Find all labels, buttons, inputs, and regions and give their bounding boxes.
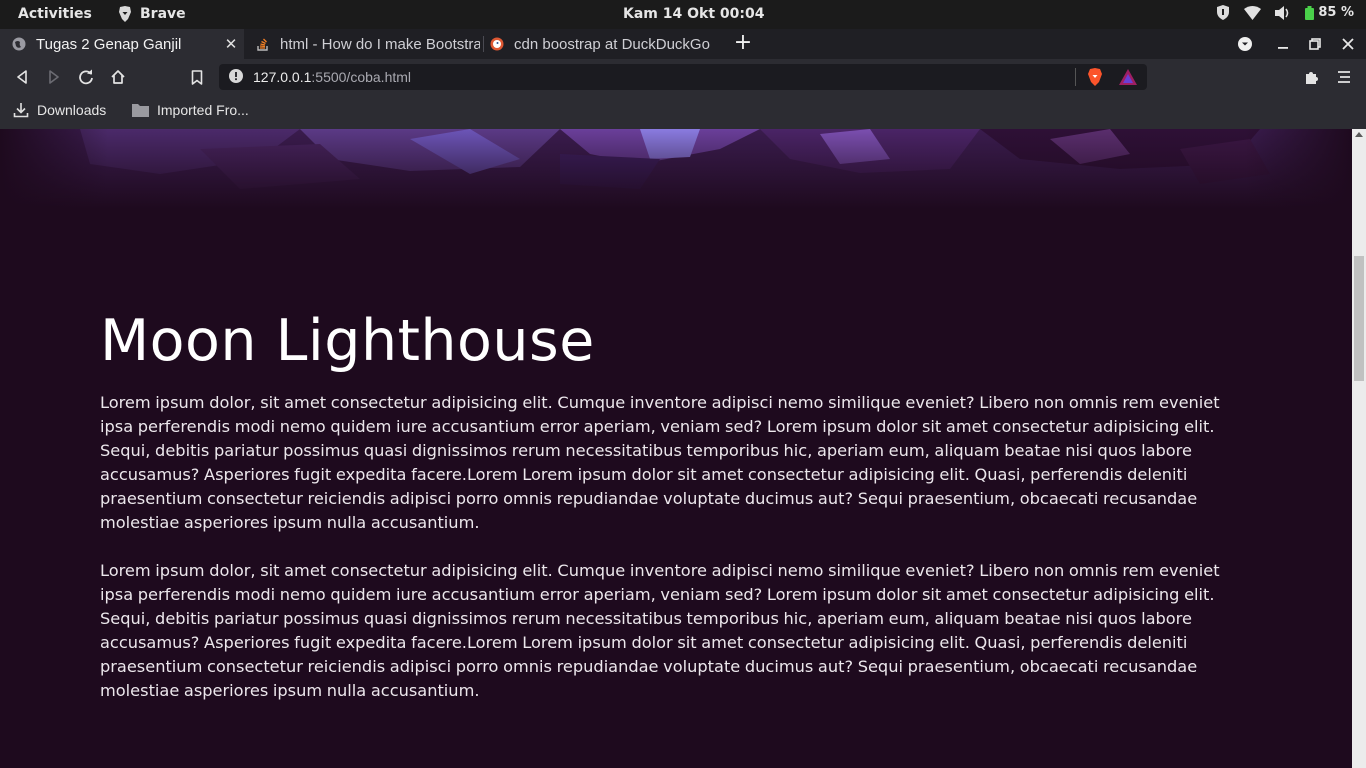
home-button[interactable] — [108, 67, 128, 87]
globe-icon — [12, 37, 26, 51]
bookmark-icon — [191, 69, 203, 85]
back-icon — [17, 70, 27, 84]
address-bar[interactable]: 127.0.0.1:5500/coba.html — [219, 64, 1147, 90]
reload-icon — [79, 69, 93, 85]
tab-title: Tugas 2 Genap Ganjil — [36, 35, 182, 53]
duckduckgo-icon — [490, 37, 504, 51]
activities-button[interactable]: Activities — [18, 6, 92, 22]
home-icon — [111, 70, 125, 84]
close-tab-icon[interactable]: ✕ — [222, 35, 240, 53]
close-icon — [1342, 38, 1354, 50]
tab-title: cdn boostrap at DuckDuckGo — [514, 35, 710, 53]
vpn-shield-icon — [1217, 5, 1230, 20]
app-menu[interactable]: Brave — [118, 6, 186, 22]
battery-icon — [1305, 5, 1315, 20]
volume-icon — [1275, 5, 1289, 20]
brave-shields-icon[interactable] — [1087, 68, 1103, 86]
puzzle-icon — [1306, 72, 1318, 84]
site-info-icon[interactable] — [229, 69, 243, 83]
extensions-button[interactable] — [1302, 67, 1322, 87]
battery-percentage: 85 % — [1318, 5, 1354, 20]
paragraph: Lorem ipsum dolor, sit amet consectetur … — [100, 561, 1220, 700]
system-top-bar: Activities Brave Kam 14 Okt 00:04 85 % — [0, 0, 1366, 29]
url-path: :5500/coba.html — [311, 69, 412, 85]
restore-icon — [1309, 38, 1321, 50]
page-heading: Moon Lighthouse — [100, 308, 595, 374]
new-tab-button[interactable]: + — [733, 32, 753, 56]
page-viewport: Moon Lighthouse Lorem ipsum dolor, sit a… — [0, 129, 1352, 768]
paragraph: Lorem ipsum dolor, sit amet consectetur … — [100, 393, 1220, 532]
brave-lion-icon — [119, 6, 131, 22]
minimize-icon — [1278, 47, 1288, 49]
bookmark-button[interactable] — [187, 67, 207, 87]
tab-stackoverflow[interactable]: html - How do I make Bootstrap — [244, 29, 480, 59]
bookmark-label: Imported Fro... — [157, 102, 249, 118]
wifi-icon — [1244, 5, 1262, 20]
main-content: Moon Lighthouse Lorem ipsum dolor, sit a… — [100, 309, 1250, 703]
download-icon — [13, 103, 29, 118]
tab-strip: Tugas 2 Genap Ganjil ✕ html - How do I m… — [0, 29, 1366, 59]
tab-tugas[interactable]: Tugas 2 Genap Ganjil ✕ — [0, 29, 244, 59]
forward-button[interactable] — [44, 67, 64, 87]
tab-title: html - How do I make Bootstrap — [280, 35, 480, 53]
forward-icon — [49, 70, 59, 84]
app-name: Brave — [140, 6, 186, 22]
reload-button[interactable] — [76, 67, 96, 87]
url-text[interactable]: 127.0.0.1:5500/coba.html — [253, 69, 411, 85]
page-scrollbar[interactable] — [1352, 129, 1366, 768]
hamburger-menu-icon — [1338, 71, 1350, 83]
stackoverflow-icon — [257, 38, 268, 51]
tab-duckduckgo[interactable]: cdn boostrap at DuckDuckGo — [484, 29, 720, 59]
close-window-button[interactable] — [1337, 34, 1359, 54]
bookmark-folder-imported[interactable]: Imported Fro... — [132, 102, 249, 118]
chevron-down-circle-icon — [1238, 37, 1252, 51]
tab-search-button[interactable] — [1234, 34, 1256, 54]
bookmarks-bar: Downloads Imported Fro... — [0, 94, 1366, 129]
clock[interactable]: Kam 14 Okt 00:04 — [623, 6, 764, 22]
menu-button[interactable] — [1334, 67, 1354, 87]
restore-button[interactable] — [1304, 34, 1326, 54]
minimize-button[interactable] — [1272, 34, 1294, 54]
back-button[interactable] — [12, 67, 32, 87]
url-host: 127.0.0.1 — [253, 69, 312, 85]
battery-indicator: 85 % — [1305, 5, 1354, 20]
system-tray[interactable]: 85 % — [1216, 5, 1354, 20]
hero-image — [0, 129, 1352, 209]
folder-icon — [132, 104, 149, 117]
scroll-up-arrow-icon[interactable] — [1355, 132, 1363, 137]
bookmark-label: Downloads — [37, 102, 107, 118]
brave-rewards-icon[interactable] — [1119, 69, 1137, 85]
scrollbar-thumb[interactable] — [1354, 256, 1364, 381]
bookmark-downloads[interactable]: Downloads — [13, 102, 106, 118]
